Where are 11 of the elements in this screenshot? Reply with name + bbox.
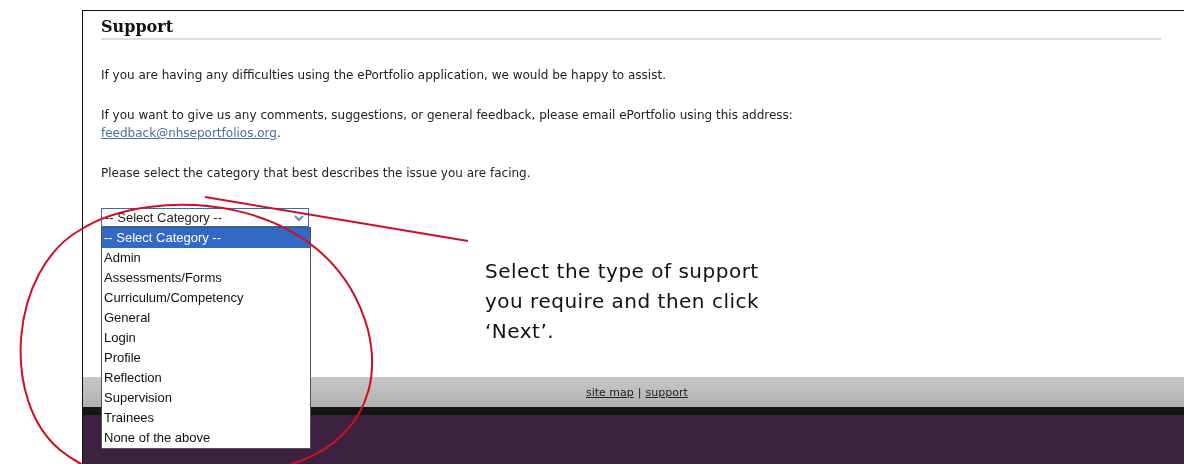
paragraph: If you want to give us any comments, suggestions, or general feedback, please email ePortfolio using this address: feedback@nhseportfolios.org. (101, 107, 794, 142)
email-link[interactable]: feedback@nhseportfolios.org (101, 126, 277, 140)
footer-separator: | (637, 385, 642, 399)
category-select[interactable]: -- Select Category -- (101, 208, 309, 227)
footer-link[interactable]: support (645, 385, 688, 399)
footer-link[interactable]: site map (586, 385, 634, 399)
paragraph: If you are having any difficulties using the ePortfolio application, we would be happy to assist. (101, 67, 667, 84)
dropdown-option[interactable]: -- Select Category -- (102, 228, 310, 248)
annotation-text: Select the type of support you require and then click ‘Next’. (485, 258, 761, 345)
paragraph: Please select the category that best describes the issue you are facing. (101, 165, 532, 182)
page-heading: Support (101, 11, 1161, 40)
